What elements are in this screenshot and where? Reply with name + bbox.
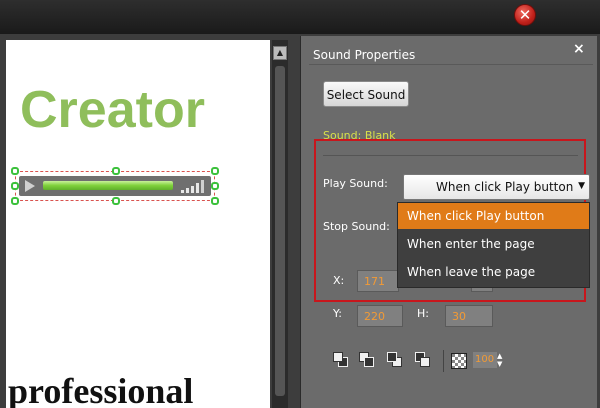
play-icon[interactable] (25, 180, 35, 192)
send-to-back-icon[interactable] (359, 352, 375, 368)
play-sound-dropdown: When click Play button When enter the pa… (397, 202, 590, 288)
play-sound-value: When click Play button (436, 180, 574, 194)
bring-forward-icon[interactable] (387, 352, 403, 368)
transparency-icon[interactable] (451, 353, 467, 369)
panel-title: Sound Properties (313, 48, 416, 62)
height-field[interactable]: 30 (445, 305, 493, 327)
audio-progress-bar[interactable] (43, 181, 173, 190)
dropdown-option[interactable]: When enter the page (398, 231, 589, 257)
dropdown-option[interactable]: When leave the page (398, 259, 589, 285)
resize-handle-left[interactable] (11, 182, 19, 190)
play-sound-select[interactable]: When click Play button ▼ (403, 174, 590, 200)
send-backward-icon[interactable] (415, 352, 431, 368)
chevron-down-icon[interactable]: ▼ (578, 181, 585, 191)
toolbar-separator (443, 350, 444, 372)
audio-player-widget[interactable] (11, 167, 219, 205)
audio-player-bar[interactable] (19, 176, 211, 196)
volume-icon[interactable] (179, 179, 209, 193)
scroll-up-icon[interactable]: ▲ (273, 46, 287, 60)
resize-handle-bottom-left[interactable] (11, 197, 19, 205)
y-label: Y: (333, 307, 342, 320)
window-close-icon[interactable]: ✕ (514, 4, 536, 26)
x-label: X: (333, 274, 345, 287)
canvas-vertical-scrollbar[interactable]: ▲ (272, 40, 288, 408)
opacity-stepper-icon[interactable]: ▲ ▼ (497, 352, 505, 368)
page-canvas[interactable]: Creator professional (6, 40, 270, 408)
sound-properties-panel: Sound Properties × Select Sound Sound: B… (300, 36, 597, 408)
x-field[interactable]: 171 (357, 270, 399, 292)
section-divider (323, 155, 578, 156)
y-field[interactable]: 220 (357, 305, 403, 327)
resize-handle-right[interactable] (211, 182, 219, 190)
panel-divider (309, 64, 593, 65)
resize-handle-top-right[interactable] (211, 167, 219, 175)
opacity-field[interactable]: 100 (473, 352, 497, 368)
scroll-thumb[interactable] (275, 66, 285, 396)
window-titlebar: ✕ (0, 0, 600, 34)
stop-sound-label: Stop Sound: (323, 220, 390, 233)
select-sound-button[interactable]: Select Sound (323, 81, 409, 107)
canvas-title-text[interactable]: Creator (20, 80, 205, 140)
resize-handle-top[interactable] (112, 167, 120, 175)
bring-to-front-icon[interactable] (333, 352, 349, 368)
resize-handle-bottom[interactable] (112, 197, 120, 205)
play-sound-label: Play Sound: (323, 177, 388, 190)
resize-handle-bottom-right[interactable] (211, 197, 219, 205)
panel-header: Sound Properties × (301, 36, 597, 72)
h-label: H: (417, 307, 429, 320)
dropdown-option[interactable]: When click Play button (398, 203, 589, 229)
canvas-body-text[interactable]: professional (8, 370, 193, 408)
resize-handle-top-left[interactable] (11, 167, 19, 175)
panel-close-icon[interactable]: × (573, 41, 585, 57)
